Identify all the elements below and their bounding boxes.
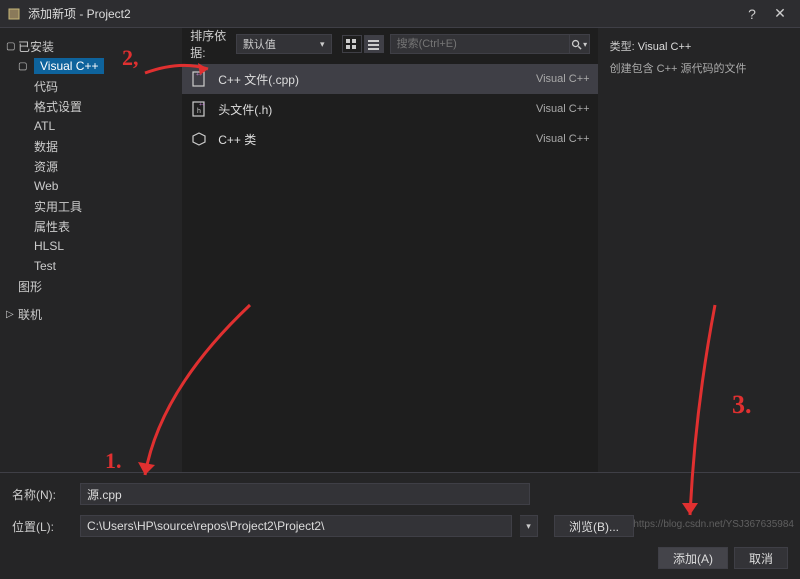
tree-label: 实用工具 — [34, 198, 82, 215]
view-list-button[interactable] — [364, 35, 384, 53]
location-dropdown[interactable]: ▾ — [520, 515, 538, 537]
type-value: Visual C++ — [638, 41, 692, 53]
tree-label: HLSL — [34, 239, 64, 253]
center-column: 排序依据: 默认值 ▾ ▾ — [182, 28, 597, 472]
template-lang: Visual C++ — [536, 133, 590, 145]
template-cpp-file[interactable]: ++ C++ 文件(.cpp) Visual C++ — [182, 64, 597, 94]
template-label: C++ 类 — [218, 131, 526, 148]
tree-label: 资源 — [34, 158, 58, 175]
tree-item-atl[interactable]: ATL — [0, 116, 182, 136]
chevron-right-icon: ▷ — [6, 309, 18, 320]
tree-item-utility[interactable]: 实用工具 — [0, 196, 182, 216]
tree-label: Visual C++ — [34, 58, 104, 74]
type-label: 类型: — [610, 41, 635, 53]
tree-item-hlsl[interactable]: HLSL — [0, 236, 182, 256]
browse-button[interactable]: 浏览(B)... — [554, 515, 634, 537]
description: 创建包含 C++ 源代码的文件 — [610, 60, 788, 76]
search-input[interactable] — [390, 34, 570, 54]
tree-label: ATL — [34, 119, 55, 133]
tree-online[interactable]: ▷ 联机 — [0, 304, 182, 324]
list-icon — [368, 39, 379, 50]
template-label: C++ 文件(.cpp) — [218, 71, 526, 88]
tree-label: 已安装 — [18, 38, 54, 55]
sort-value: 默认值 — [243, 36, 276, 52]
grid-icon — [346, 39, 357, 50]
app-icon — [6, 6, 22, 22]
close-button[interactable]: ✕ — [766, 5, 794, 22]
name-input[interactable] — [80, 483, 530, 505]
tree-item-format[interactable]: 格式设置 — [0, 96, 182, 116]
name-label: 名称(N): — [12, 486, 72, 503]
add-button[interactable]: 添加(A) — [658, 547, 728, 569]
template-lang: Visual C++ — [536, 103, 590, 115]
template-header-file[interactable]: h++ 头文件(.h) Visual C++ — [182, 94, 597, 124]
svg-text:++: ++ — [196, 72, 202, 78]
tree-label: Test — [34, 259, 56, 273]
sort-label: 排序依据: — [190, 27, 230, 61]
cpp-class-icon — [190, 130, 208, 148]
main-area: ▢ 已安装 ▢ Visual C++ 代码 格式设置 ATL 数据 资源 Web… — [0, 28, 800, 472]
search-wrap: ▾ — [390, 34, 590, 54]
template-cpp-class[interactable]: C++ 类 Visual C++ — [182, 124, 597, 154]
view-grid-button[interactable] — [342, 35, 362, 53]
view-toggle — [342, 35, 384, 53]
svg-text:++: ++ — [199, 102, 205, 108]
details-pane: 类型: Visual C++ 创建包含 C++ 源代码的文件 — [598, 28, 800, 472]
chevron-down-icon: ▢ — [6, 41, 18, 52]
tree-label: 属性表 — [34, 218, 70, 235]
tree-label: 代码 — [34, 78, 58, 95]
location-input[interactable] — [80, 515, 512, 537]
tree-item-graphics[interactable]: 图形 — [0, 276, 182, 296]
tree-label: 格式设置 — [34, 98, 82, 115]
chevron-down-icon: ▾ — [320, 39, 325, 50]
search-icon: ▾ — [571, 39, 587, 50]
list-toolbar: 排序依据: 默认值 ▾ ▾ — [182, 28, 597, 60]
template-label: 头文件(.h) — [218, 101, 526, 118]
titlebar: 添加新项 - Project2 ? ✕ — [0, 0, 800, 28]
tree-item-test[interactable]: Test — [0, 256, 182, 276]
tree-installed[interactable]: ▢ 已安装 — [0, 36, 182, 56]
tree-label: 数据 — [34, 138, 58, 155]
tree-label: Web — [34, 179, 58, 193]
tree-label: 图形 — [18, 278, 42, 295]
cancel-button[interactable]: 取消 — [734, 547, 788, 569]
tree-visualcpp[interactable]: ▢ Visual C++ — [0, 56, 182, 76]
cpp-file-icon: ++ — [190, 70, 208, 88]
sort-dropdown[interactable]: 默认值 ▾ — [236, 34, 332, 54]
svg-text:h: h — [197, 108, 201, 115]
chevron-down-icon: ▢ — [18, 61, 30, 72]
tree-label: 联机 — [18, 306, 42, 323]
tree-item-data[interactable]: 数据 — [0, 136, 182, 156]
tree-item-resource[interactable]: 资源 — [0, 156, 182, 176]
bottom-form: 名称(N): 位置(L): ▾ 浏览(B)... 添加(A) 取消 — [0, 472, 800, 579]
search-button[interactable]: ▾ — [570, 34, 590, 54]
help-button[interactable]: ? — [738, 6, 766, 22]
template-list: ++ C++ 文件(.cpp) Visual C++ h++ 头文件(.h) V… — [182, 60, 597, 472]
tree-item-code[interactable]: 代码 — [0, 76, 182, 96]
location-label: 位置(L): — [12, 518, 72, 535]
header-file-icon: h++ — [190, 100, 208, 118]
category-tree: ▢ 已安装 ▢ Visual C++ 代码 格式设置 ATL 数据 资源 Web… — [0, 28, 182, 472]
window-title: 添加新项 - Project2 — [28, 5, 738, 22]
tree-item-propsheet[interactable]: 属性表 — [0, 216, 182, 236]
template-lang: Visual C++ — [536, 73, 590, 85]
tree-item-web[interactable]: Web — [0, 176, 182, 196]
